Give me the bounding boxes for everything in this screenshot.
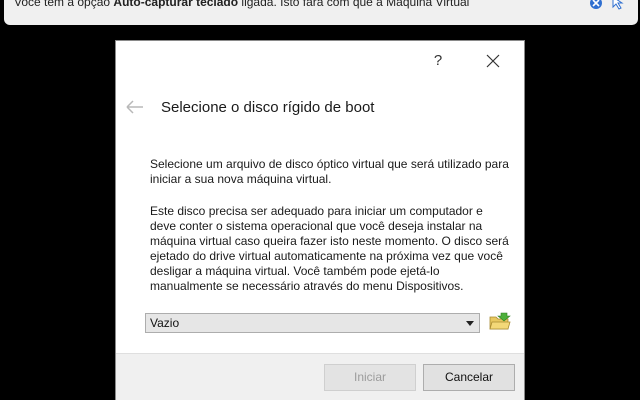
close-icon (486, 54, 500, 68)
folder-open-icon (489, 312, 511, 330)
dialog-titlebar: ? (116, 41, 524, 79)
page-title: Selecione o disco rígido de boot (161, 99, 375, 116)
dialog-footer: Iniciar Cancelar (116, 353, 524, 400)
start-button[interactable]: Iniciar (324, 364, 416, 391)
close-button[interactable] (478, 50, 508, 72)
notification-bar: Você tem a opção Auto-capturar teclado l… (4, 0, 638, 25)
chevron-down-icon (466, 321, 474, 326)
notification-text-prefix: Você tem a opção (14, 0, 114, 9)
boot-disk-select-value: Vazio (150, 316, 180, 330)
notification-text-bold: Auto-capturar teclado (113, 0, 239, 9)
mouse-capture-icon[interactable] (610, 0, 626, 11)
notification-text: Você tem a opção Auto-capturar teclado l… (14, 0, 470, 9)
details-text: Este disco precisa ser adequado para ini… (150, 204, 509, 293)
notification-close-icon[interactable] (588, 0, 604, 11)
choose-disk-file-button[interactable] (488, 311, 512, 333)
create-vm-dialog: ? Selecione o disco rígido de boot Selec… (115, 40, 525, 400)
cancel-button[interactable]: Cancelar (423, 364, 515, 391)
notification-text-suffix: ligada. Isto fará com que a Máquina Virt… (238, 0, 470, 9)
help-button[interactable]: ? (426, 50, 450, 72)
description-text: Selecione um arquivo de disco óptico vir… (150, 157, 509, 186)
back-arrow-icon (126, 100, 143, 114)
back-button[interactable] (124, 97, 146, 117)
boot-disk-select[interactable]: Vazio (145, 313, 480, 333)
